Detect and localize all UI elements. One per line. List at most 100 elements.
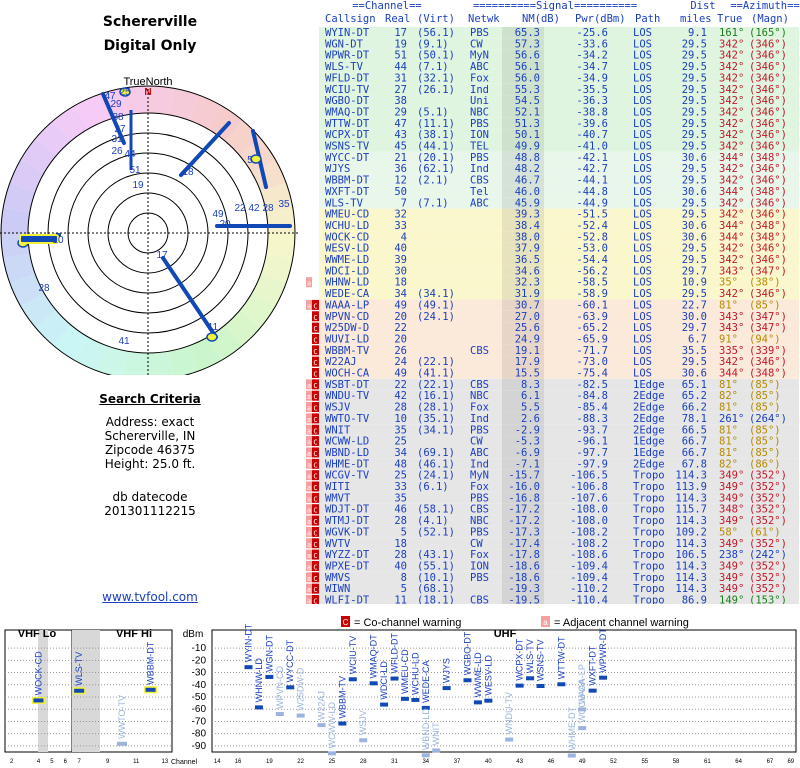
station-mark[interactable] xyxy=(411,697,420,702)
table-cell-nm: -17.4 xyxy=(508,538,540,550)
station-mark[interactable] xyxy=(317,723,326,728)
table-cell-pwr: -108.2 xyxy=(570,538,608,550)
station-name-label: WSJV xyxy=(358,710,368,735)
dbm-tick-label: -20 xyxy=(192,655,207,666)
station-mark[interactable] xyxy=(348,677,357,682)
adjacent-flag-text: a xyxy=(307,382,311,390)
table-cell-virt: (28.1) xyxy=(417,402,455,414)
table-cell-virt: (38.1) xyxy=(417,129,455,141)
vhf-lo-label: VHF Lo xyxy=(18,628,57,640)
station-mark[interactable] xyxy=(117,741,127,746)
station-mark[interactable] xyxy=(505,737,514,742)
table-cell-pwr: -106.5 xyxy=(570,470,608,482)
table-cell-miles: 30.6 xyxy=(682,368,707,380)
table-cell-az-true: 35° xyxy=(719,277,738,289)
table-cell-nm: 38.0 xyxy=(515,231,540,243)
cochannel-flag-text: C xyxy=(313,314,317,322)
table-cell-virt: (22.1) xyxy=(417,356,455,368)
station-mark[interactable] xyxy=(536,684,545,688)
table-cell-miles: 114.3 xyxy=(675,583,707,595)
station-mark[interactable] xyxy=(145,687,156,692)
station-mark[interactable] xyxy=(369,681,378,686)
table-cell-pwr: -35.5 xyxy=(576,84,608,96)
table-cell-nm: -17.2 xyxy=(508,515,540,527)
table-cell-miles: 29.5 xyxy=(682,163,707,175)
table-cell-real: 22 xyxy=(394,322,407,334)
table-cell-miles: 106.5 xyxy=(675,549,707,561)
station-mark[interactable] xyxy=(463,678,472,683)
table-cell-az-magn: (352°) xyxy=(749,492,787,504)
table-cell-network: NBC xyxy=(470,390,489,402)
table-cell-az-true: 342° xyxy=(719,61,744,73)
station-mark[interactable] xyxy=(380,702,389,707)
col-network: Netwk xyxy=(468,13,500,25)
station-mark[interactable] xyxy=(421,753,430,758)
table-cell-nm: 37.9 xyxy=(515,243,540,255)
table-cell-az-magn: (346°) xyxy=(749,50,787,62)
station-mark[interactable] xyxy=(359,738,368,743)
table-cell-callsign: WYZZ-DT xyxy=(325,549,370,561)
station-mark[interactable] xyxy=(327,751,336,756)
table-cell-az-true: 91° xyxy=(719,333,738,345)
station-mark[interactable] xyxy=(254,705,263,710)
station-mark[interactable] xyxy=(567,753,576,758)
station-mark[interactable] xyxy=(578,726,587,731)
table-cell-pwr: -44.9 xyxy=(576,197,608,209)
station-mark[interactable] xyxy=(33,698,44,703)
table-cell-az-magn: (86°) xyxy=(749,458,781,470)
page-title: Schererville xyxy=(102,14,198,30)
table-cell-real: 46 xyxy=(394,504,407,516)
table-cell-virt: (43.1) xyxy=(417,549,455,561)
station-mark[interactable] xyxy=(265,674,274,679)
table-cell-real: 22 xyxy=(394,379,407,391)
station-name-label: WYCC-DT xyxy=(285,639,295,682)
radar-channel-label: 41 xyxy=(118,336,130,347)
table-cell-network: PBS xyxy=(470,526,489,538)
station-mark[interactable] xyxy=(442,686,451,691)
table-cell-miles: 30.6 xyxy=(682,220,707,232)
table-cell-path: Tropo xyxy=(633,560,665,572)
station-mark[interactable] xyxy=(275,711,284,716)
table-cell-real: 30 xyxy=(394,265,407,277)
station-mark[interactable] xyxy=(286,685,295,690)
channel-tick-label: 13 xyxy=(162,759,169,765)
table-cell-az-true: 349° xyxy=(719,492,744,504)
table-cell-callsign: WOCH-CA xyxy=(325,368,370,380)
table-cell-real: 8 xyxy=(401,572,407,584)
station-mark[interactable] xyxy=(432,748,441,753)
adjacent-flag-text: a xyxy=(307,280,311,288)
table-cell-callsign: WNDU-TV xyxy=(325,390,370,402)
tvfool-link[interactable]: www.tvfool.com xyxy=(0,590,300,604)
station-name-label: WCPX-DT xyxy=(515,638,525,680)
station-mark[interactable] xyxy=(473,700,482,705)
station-mark[interactable] xyxy=(557,682,566,687)
station-mark[interactable] xyxy=(484,698,493,703)
station-mark[interactable] xyxy=(526,676,535,681)
station-mark[interactable] xyxy=(296,713,305,718)
station-mark[interactable] xyxy=(400,696,409,701)
station-mark[interactable] xyxy=(515,683,524,688)
table-cell-callsign: WNIT xyxy=(325,424,351,436)
table-cell-pwr: -84.8 xyxy=(576,390,608,402)
station-mark[interactable] xyxy=(74,688,85,693)
table-cell-virt: (56.1) xyxy=(417,27,455,39)
table-cell-az-true: 344° xyxy=(719,186,744,198)
radar-channel-label: 35 xyxy=(278,199,290,210)
station-mark[interactable] xyxy=(578,707,587,712)
station-name-label: WTTW-DT xyxy=(556,636,566,679)
table-cell-path: LOS xyxy=(633,163,652,175)
table-cell-real: 48 xyxy=(394,458,407,470)
table-cell-miles: 9.1 xyxy=(688,27,707,39)
table-cell-virt: (44.1) xyxy=(417,141,455,153)
cochannel-flag-text: C xyxy=(313,427,317,435)
station-mark[interactable] xyxy=(244,665,253,670)
table-cell-path: LOS xyxy=(633,231,652,243)
station-mark[interactable] xyxy=(599,675,608,680)
table-cell-az-magn: (352°) xyxy=(749,560,787,572)
station-mark[interactable] xyxy=(338,721,347,726)
table-cell-az-magn: (352°) xyxy=(749,504,787,516)
station-mark[interactable] xyxy=(390,676,399,681)
table-cell-network: Ind xyxy=(470,163,489,175)
table-cell-callsign: WIWN xyxy=(325,583,350,595)
station-mark[interactable] xyxy=(588,688,597,693)
